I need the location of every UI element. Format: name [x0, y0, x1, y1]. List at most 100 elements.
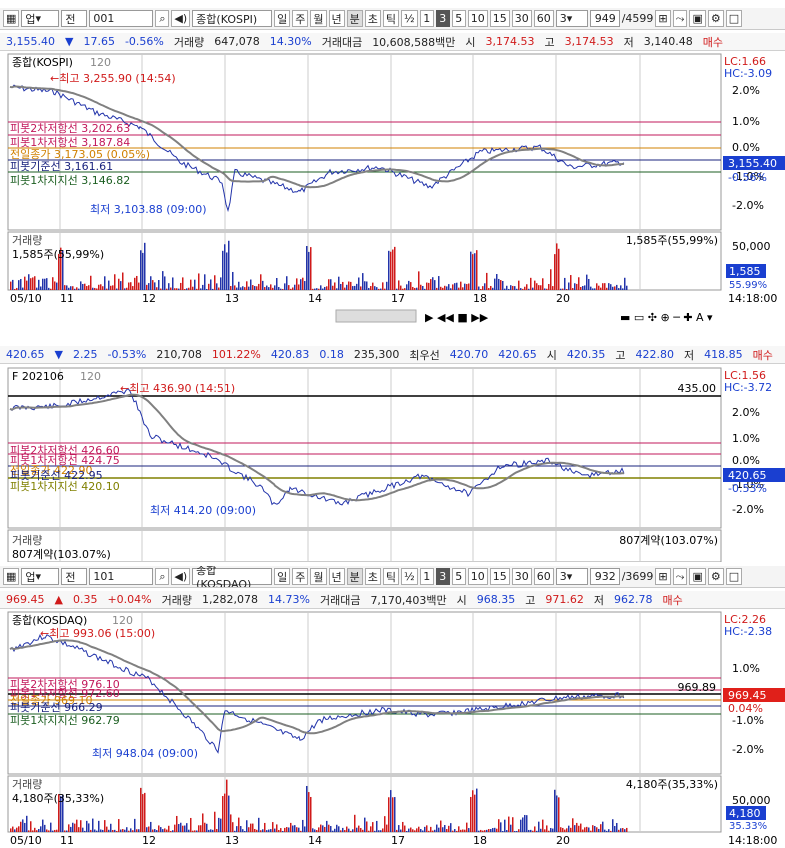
period-tick[interactable]: 틱	[382, 568, 400, 585]
volume-bar	[612, 286, 614, 290]
buy-button[interactable]: 매수	[663, 592, 683, 608]
volume-bar	[90, 829, 92, 832]
vol-left-label: 1,585주(55,99%)	[12, 248, 104, 261]
symbol-name[interactable]: 종합(KOSDAQ)	[192, 566, 273, 587]
interval-1[interactable]: 1	[419, 568, 434, 585]
volume-bar	[158, 280, 160, 290]
period-minute[interactable]: 분	[346, 10, 363, 27]
volume-bar	[374, 830, 376, 832]
scroll-controls[interactable]: ▶ ◀◀ ■ ▶▶ ▬ ▭ ✣ ⊕ ─ ✚ A ▾	[425, 311, 713, 324]
date-label: 05/10	[10, 834, 42, 847]
pct-tag: -0.56%	[728, 171, 767, 184]
interval-3[interactable]: 3	[435, 10, 450, 27]
period-second[interactable]: 초	[364, 568, 381, 585]
period-week[interactable]: 주	[292, 568, 309, 585]
market-select[interactable]: 업 ▾	[21, 10, 60, 27]
volume-bar	[538, 285, 540, 290]
vol-scale: 50,000	[732, 794, 771, 807]
count-input[interactable]: 949	[589, 10, 620, 27]
interval-60[interactable]: 60	[533, 10, 554, 27]
checkbox-icon[interactable]: □	[725, 568, 743, 585]
open-value: 968.35	[476, 593, 516, 606]
high-label: 고	[615, 348, 626, 362]
volume-bar	[414, 287, 416, 290]
interval-10[interactable]: 10	[467, 568, 488, 585]
period-second[interactable]: 초	[364, 10, 381, 27]
period-minute[interactable]: 분	[346, 568, 363, 585]
volume-bar	[302, 819, 304, 832]
date-label: 18	[473, 292, 487, 305]
high-note: ←최고 993.06 (15:00)	[40, 627, 155, 640]
low-label: 저	[683, 348, 695, 362]
search-icon[interactable]: ⌕	[155, 10, 170, 27]
settings-icon[interactable]: ⚙	[707, 568, 724, 585]
volume-bar	[40, 826, 42, 832]
interval-15[interactable]: 15	[489, 10, 510, 27]
zoom-icon[interactable]: ⊞	[655, 10, 671, 27]
search-icon[interactable]: ⌕	[155, 568, 170, 585]
volume-bar	[516, 288, 518, 290]
interval-1[interactable]: 1	[419, 10, 434, 27]
volume-bar	[514, 286, 516, 290]
interval-60[interactable]: 60	[533, 568, 554, 585]
volume-bar	[108, 829, 110, 832]
period-half[interactable]: ½	[401, 10, 418, 27]
trend-icon[interactable]: ⤳	[672, 10, 688, 27]
v5: 420.65	[498, 348, 537, 361]
checkbox-icon[interactable]: □	[725, 10, 743, 27]
volume-bar	[160, 288, 162, 290]
buy-button[interactable]: 매수	[703, 34, 723, 50]
interval-5[interactable]: 5	[451, 568, 466, 585]
market-select[interactable]: 업 ▾	[21, 568, 60, 585]
chart-icon[interactable]: ▦	[3, 10, 20, 27]
open-value: 3,174.53	[485, 35, 535, 48]
volume-bar	[360, 828, 362, 832]
interval-5[interactable]: 5	[451, 10, 466, 27]
sel-dropdown[interactable]: 전	[61, 568, 88, 585]
vol-scale: 50,000	[732, 240, 771, 253]
count-input[interactable]: 932	[589, 568, 620, 585]
sel-dropdown[interactable]: 전	[61, 10, 88, 27]
interval-10[interactable]: 10	[467, 10, 488, 27]
speaker-icon[interactable]: ◀)	[171, 10, 191, 27]
settings-icon[interactable]: ⚙	[707, 10, 724, 27]
period-year[interactable]: 년	[328, 568, 345, 585]
quote-bar-top: 3,155.40 ▼ 17.65 -0.56% 거래량 647,078 14.3…	[0, 33, 785, 51]
period-month[interactable]: 월	[310, 568, 327, 585]
speaker-icon[interactable]: ◀)	[171, 568, 191, 585]
symbol-name[interactable]: 종합(KOSPI)	[192, 10, 273, 27]
volume-bar	[196, 288, 198, 290]
interval-3[interactable]: 3	[435, 568, 450, 585]
chart-icon[interactable]: ▦	[3, 568, 20, 585]
period-tick[interactable]: 틱	[382, 10, 400, 27]
period-day[interactable]: 일	[274, 568, 291, 585]
volume-bar	[512, 817, 514, 832]
scrollbar[interactable]	[335, 309, 417, 323]
volume-bar	[304, 281, 306, 290]
period-day[interactable]: 일	[274, 10, 291, 27]
interval-30[interactable]: 30	[511, 10, 532, 27]
interval-select[interactable]: 3 ▾	[555, 568, 588, 585]
period-week[interactable]: 주	[292, 10, 309, 27]
interval-select[interactable]: 3 ▾	[555, 10, 588, 27]
trend-icon[interactable]: ⤳	[672, 568, 688, 585]
volume-bar	[428, 282, 430, 290]
volume-bar	[610, 830, 612, 832]
volume-bar	[432, 830, 434, 832]
volume-bar	[10, 281, 12, 290]
code-input[interactable]: 101	[89, 568, 154, 585]
interval-15[interactable]: 15	[489, 568, 510, 585]
period-half[interactable]: ½	[401, 568, 418, 585]
code-input[interactable]: 001	[89, 10, 154, 27]
period-month[interactable]: 월	[310, 10, 327, 27]
buy-button[interactable]: 매수	[753, 347, 773, 363]
interval-30[interactable]: 30	[511, 568, 532, 585]
volume-bar	[500, 280, 502, 290]
volume-bar	[328, 279, 330, 290]
volume-bar	[436, 287, 438, 290]
zoom-icon[interactable]: ⊞	[655, 568, 671, 585]
save-icon[interactable]: ▣	[689, 568, 706, 585]
volume-bar	[308, 792, 310, 832]
period-year[interactable]: 년	[328, 10, 345, 27]
save-icon[interactable]: ▣	[689, 10, 706, 27]
